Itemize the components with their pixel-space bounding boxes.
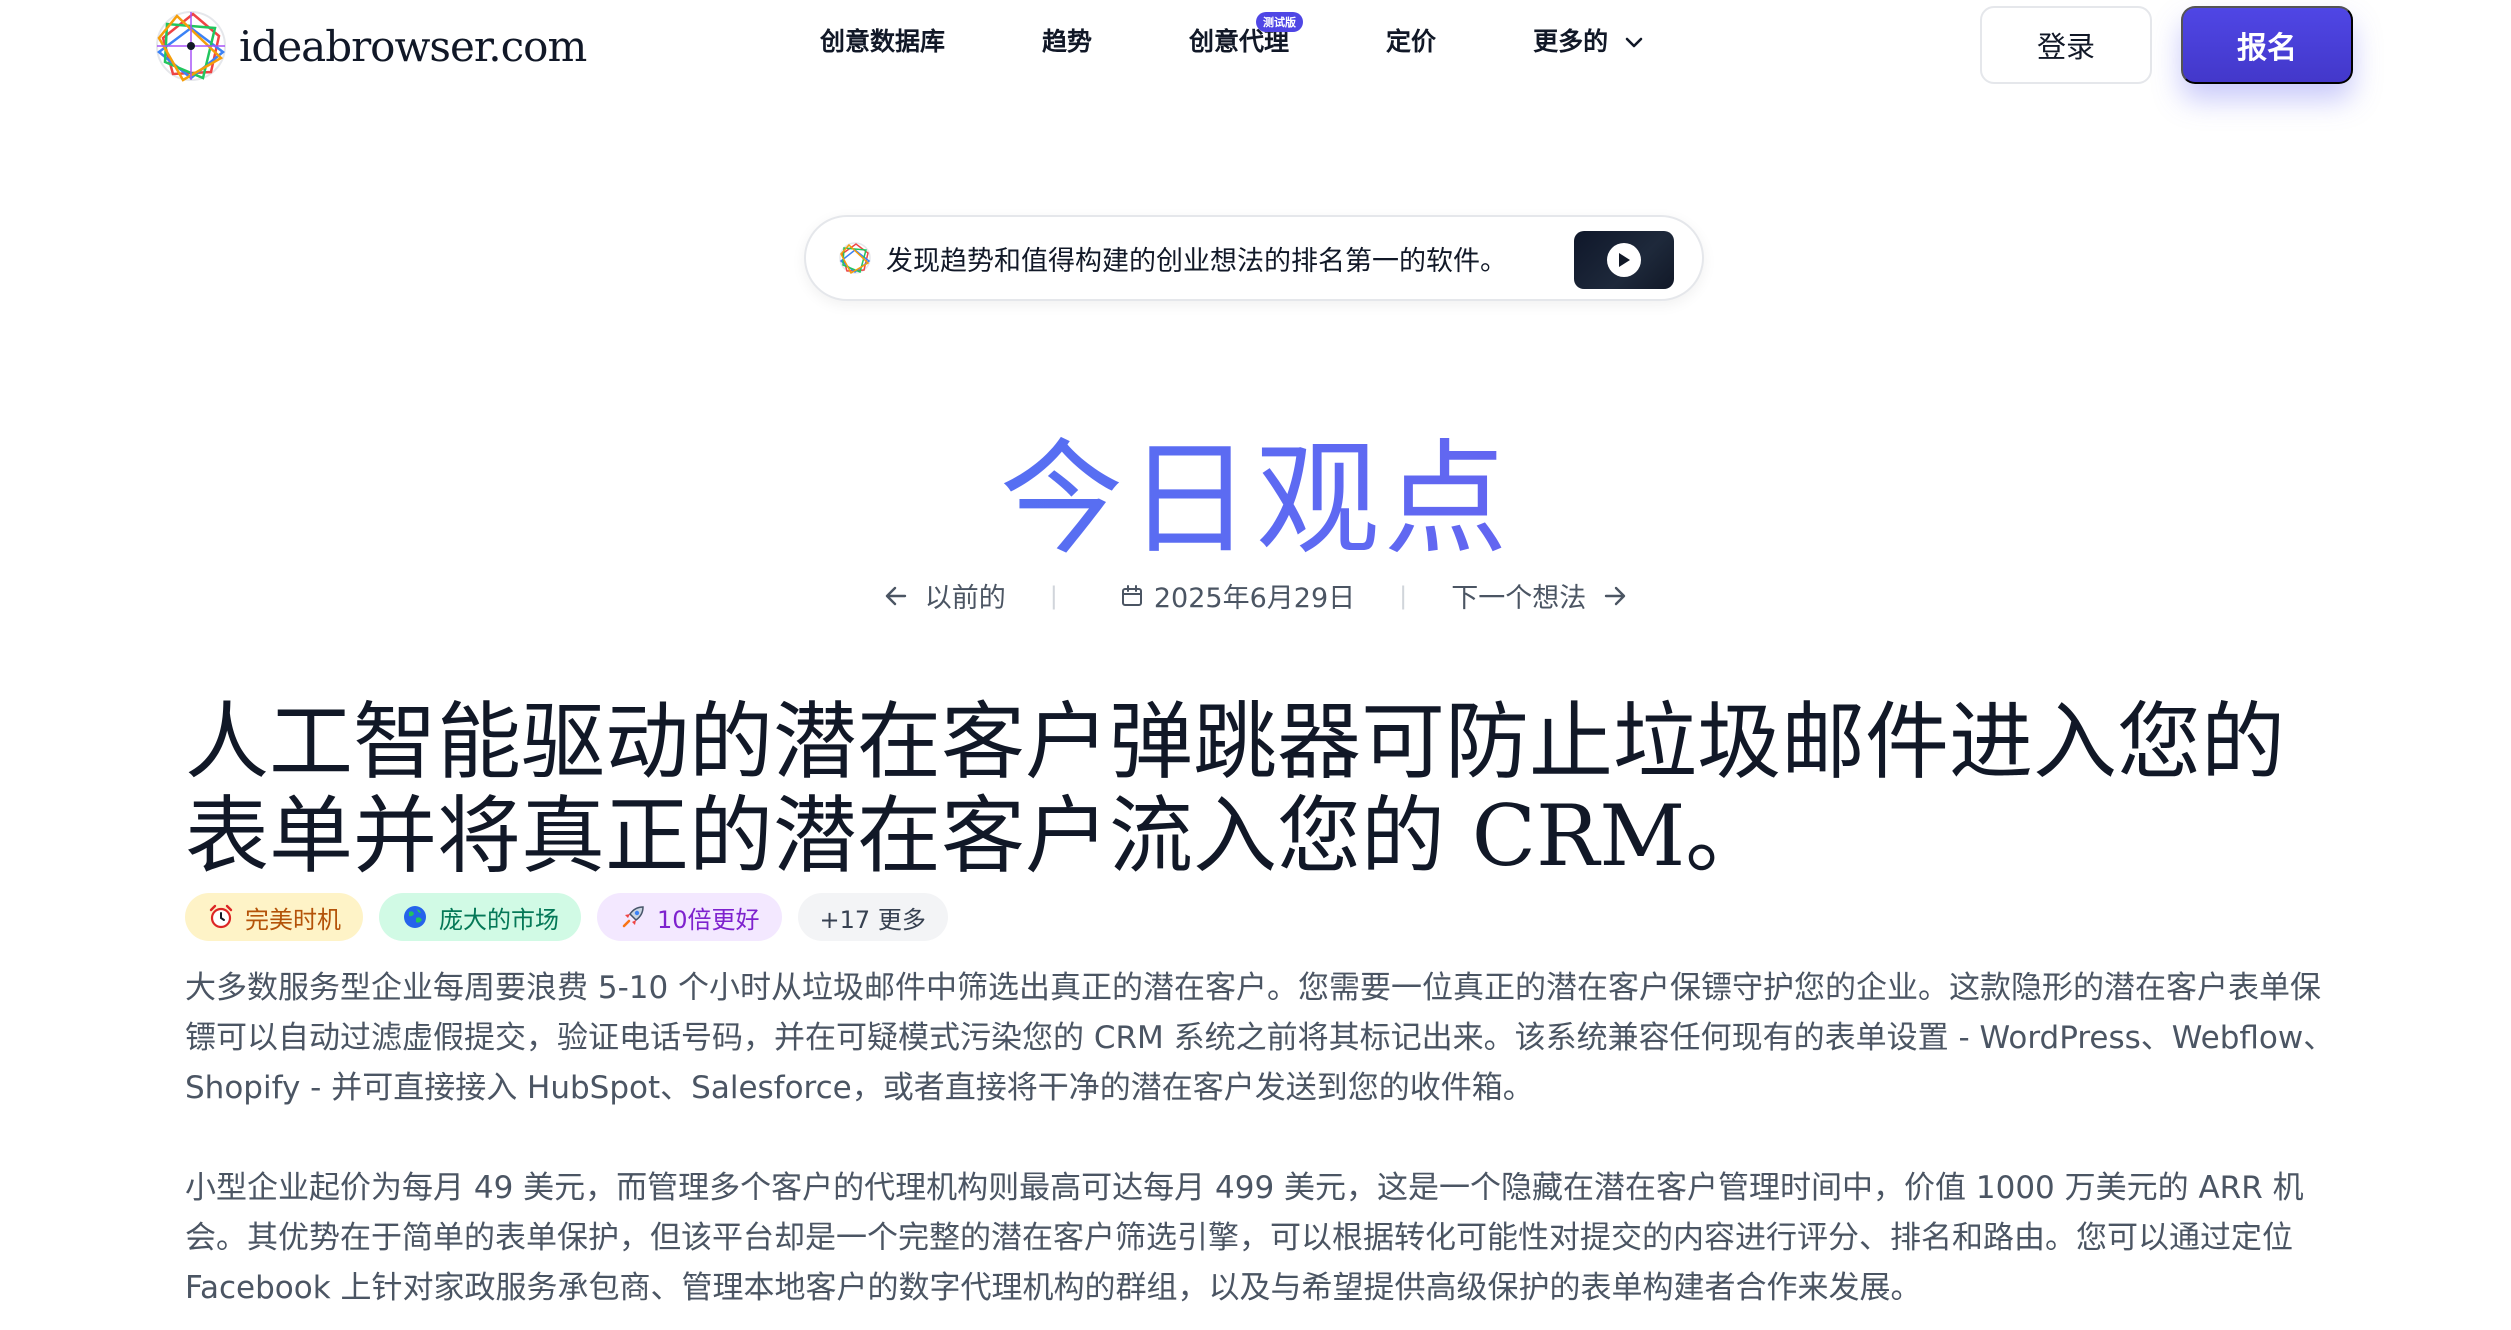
tag-label: 10倍更好: [657, 905, 760, 934]
description-paragraph: 大多数服务型企业每周要浪费 5-10 个小时从垃圾邮件中筛选出真正的潜在客户。您…: [185, 970, 2335, 1106]
brand-logo[interactable]: ideabrowser.com: [153, 8, 587, 84]
video-thumbnail[interactable]: [1574, 231, 1674, 289]
idea-date-text: 2025年6月29日: [1153, 583, 1356, 614]
divider: |: [1399, 581, 1408, 610]
alarm-clock-icon: [209, 904, 233, 929]
arrow-right-icon: [1605, 586, 1626, 605]
tag-label: 完美时机: [245, 905, 341, 934]
nav-item-more[interactable]: 更多的: [1533, 22, 1643, 58]
nav-item-idea-agent[interactable]: 创意代理 测试版: [1189, 12, 1304, 58]
tag-perfect-timing[interactable]: 完美时机: [185, 893, 363, 941]
nav-item-idea-database[interactable]: 创意数据库: [820, 22, 945, 58]
beta-badge: 测试版: [1256, 12, 1304, 32]
nav-item-trends[interactable]: 趋势: [1042, 22, 1092, 58]
page: ideabrowser.com 创意数据库 趋势 创意代理 测试版 定价 更多的: [0, 0, 2511, 1330]
announcement-text: 发现趋势和值得构建的创业想法的排名第一的软件。: [886, 245, 1507, 277]
arrow-left-icon: [885, 586, 906, 605]
brand-name: ideabrowser.com: [239, 21, 587, 71]
login-button[interactable]: 登录: [1980, 6, 2152, 84]
calendar-icon: [1121, 584, 1142, 606]
next-idea-link[interactable]: 下一个想法: [1451, 576, 1644, 615]
chevron-down-icon: [1625, 37, 1643, 48]
previous-idea-label: 以前的: [924, 583, 1006, 614]
announcement-pill[interactable]: 发现趋势和值得构建的创业想法的排名第一的软件。: [804, 215, 1704, 301]
logo-icon: [156, 11, 226, 82]
globe-icon: [404, 906, 426, 928]
nav-item-label: 更多的: [1533, 27, 1609, 56]
next-idea-label: 下一个想法: [1451, 583, 1587, 614]
signup-button[interactable]: 报名: [2181, 6, 2353, 84]
idea-headline: 人工智能驱动的潜在客户弹跳器可防止垃圾邮件进入您的表单并将真正的潜在客户流入您的…: [185, 693, 2286, 885]
idea-navigation: 以前的 | 2025年6月29日 | 下一个想法: [0, 576, 2511, 615]
main-nav: 创意数据库 趋势 创意代理 测试版 定价 更多的: [820, 12, 1643, 58]
tag-label: 庞大的市场: [439, 905, 559, 934]
idea-tags: 完美时机 庞大的市场 10倍更好 +17 更多: [185, 893, 964, 941]
logo-icon: [839, 242, 871, 275]
description-paragraph: 小型企业起价为每月 49 美元，而管理多个客户的代理机构则最高可达每月 499 …: [185, 1170, 2304, 1306]
tag-massive-market[interactable]: 庞大的市场: [379, 893, 581, 941]
nav-item-label: 趋势: [1042, 27, 1093, 56]
previous-idea-link[interactable]: 以前的: [867, 576, 1006, 615]
divider: |: [1049, 581, 1058, 610]
page-title: 今日观点: [0, 398, 2511, 578]
nav-item-label: 创意数据库: [820, 27, 946, 56]
rocket-icon: [622, 906, 644, 928]
nav-item-pricing[interactable]: 定价: [1386, 22, 1436, 58]
top-header: ideabrowser.com 创意数据库 趋势 创意代理 测试版 定价 更多的: [0, 0, 2511, 90]
idea-date: 2025年6月29日: [1102, 576, 1355, 615]
more-tags-button[interactable]: +17 更多: [797, 893, 948, 941]
idea-description: 大多数服务型企业每周要浪费 5-10 个小时从垃圾邮件中筛选出真正的潜在客户。您…: [185, 963, 2335, 1313]
tag-10x-better[interactable]: 10倍更好: [597, 893, 782, 941]
play-icon: [1607, 243, 1641, 277]
nav-item-label: 定价: [1386, 27, 1437, 56]
